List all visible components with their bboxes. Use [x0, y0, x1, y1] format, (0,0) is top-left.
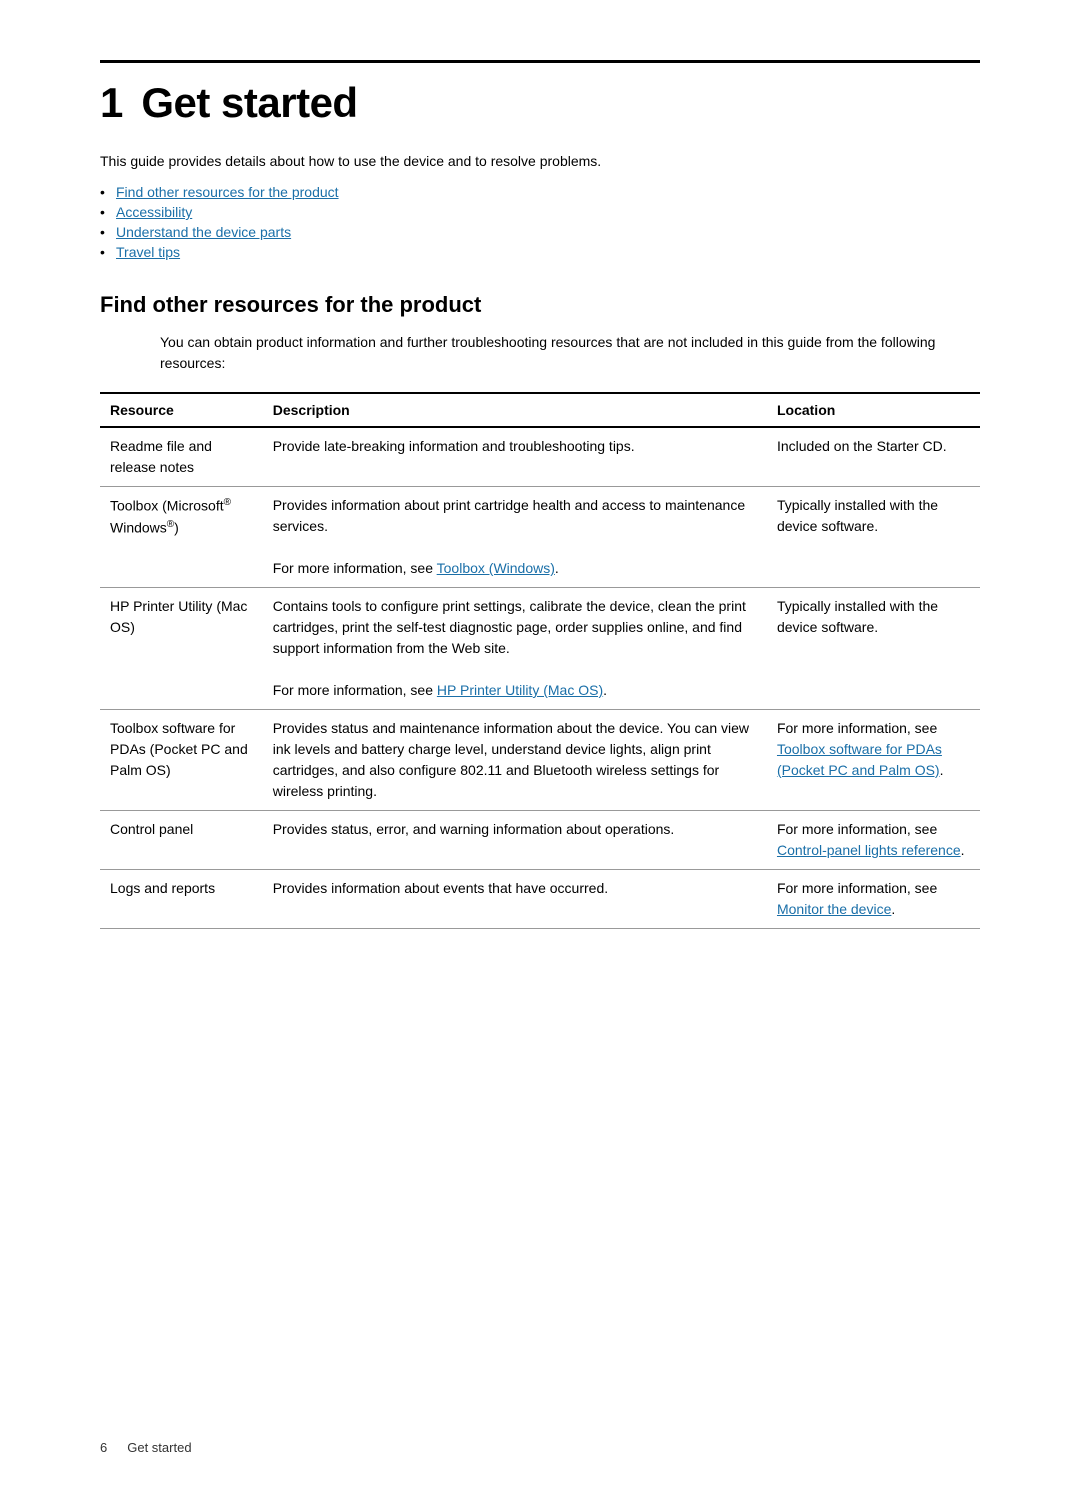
description-cell-6: Provides information about events that h… — [263, 870, 767, 929]
chapter-header: 1 Get started — [100, 60, 980, 127]
table-row: Control panel Provides status, error, an… — [100, 811, 980, 870]
table-row: Logs and reports Provides information ab… — [100, 870, 980, 929]
toc-link-3[interactable]: Understand the device parts — [116, 224, 291, 240]
location-cell-1: Included on the Starter CD. — [767, 427, 980, 487]
resource-cell-3: HP Printer Utility (Mac OS) — [100, 588, 263, 710]
hp-printer-utility-link[interactable]: HP Printer Utility (Mac OS) — [437, 682, 603, 698]
table-row: Readme file and release notes Provide la… — [100, 427, 980, 487]
location-cell-4: For more information, see Toolbox softwa… — [767, 710, 980, 811]
monitor-device-link[interactable]: Monitor the device — [777, 901, 891, 917]
toc-item-2: Accessibility — [100, 204, 980, 220]
resource-cell-1: Readme file and release notes — [100, 427, 263, 487]
location-cell-5: For more information, see Control-panel … — [767, 811, 980, 870]
table-row: Toolbox software for PDAs (Pocket PC and… — [100, 710, 980, 811]
description-cell-3: Contains tools to configure print settin… — [263, 588, 767, 710]
resource-cell-4: Toolbox software for PDAs (Pocket PC and… — [100, 710, 263, 811]
section-title: Find other resources for the product — [100, 292, 980, 318]
table-row: HP Printer Utility (Mac OS) Contains too… — [100, 588, 980, 710]
description-cell-5: Provides status, error, and warning info… — [263, 811, 767, 870]
toc-item-1: Find other resources for the product — [100, 184, 980, 200]
section-intro: You can obtain product information and f… — [160, 332, 980, 374]
toc-item-3: Understand the device parts — [100, 224, 980, 240]
table-header-row: Resource Description Location — [100, 393, 980, 427]
col-header-description: Description — [263, 393, 767, 427]
location-cell-3: Typically installed with the device soft… — [767, 588, 980, 710]
control-panel-link[interactable]: Control-panel lights reference — [777, 842, 961, 858]
chapter-title: Get started — [141, 79, 357, 126]
resource-cell-2: Toolbox (Microsoft® Windows®) — [100, 487, 263, 588]
description-cell-1: Provide late-breaking information and tr… — [263, 427, 767, 487]
col-header-resource: Resource — [100, 393, 263, 427]
resource-cell-5: Control panel — [100, 811, 263, 870]
footer-page-number: 6 — [100, 1440, 107, 1455]
toc-link-4[interactable]: Travel tips — [116, 244, 180, 260]
location-cell-6: For more information, see Monitor the de… — [767, 870, 980, 929]
resources-table: Resource Description Location Readme fil… — [100, 392, 980, 929]
resource-cell-6: Logs and reports — [100, 870, 263, 929]
toc-list: Find other resources for the product Acc… — [100, 184, 980, 260]
toc-item-4: Travel tips — [100, 244, 980, 260]
toolbox-windows-link[interactable]: Toolbox (Windows) — [437, 560, 555, 576]
table-row: Toolbox (Microsoft® Windows®) Provides i… — [100, 487, 980, 588]
footer: 6 Get started — [100, 1440, 980, 1455]
footer-section-label: Get started — [127, 1440, 191, 1455]
description-cell-4: Provides status and maintenance informat… — [263, 710, 767, 811]
toolbox-pdas-link[interactable]: Toolbox software for PDAs (Pocket PC and… — [777, 741, 942, 778]
toc-link-2[interactable]: Accessibility — [116, 204, 192, 220]
chapter-number: 1 — [100, 79, 123, 126]
intro-text: This guide provides details about how to… — [100, 151, 980, 172]
description-cell-2: Provides information about print cartrid… — [263, 487, 767, 588]
location-cell-2: Typically installed with the device soft… — [767, 487, 980, 588]
toc-link-1[interactable]: Find other resources for the product — [116, 184, 339, 200]
col-header-location: Location — [767, 393, 980, 427]
